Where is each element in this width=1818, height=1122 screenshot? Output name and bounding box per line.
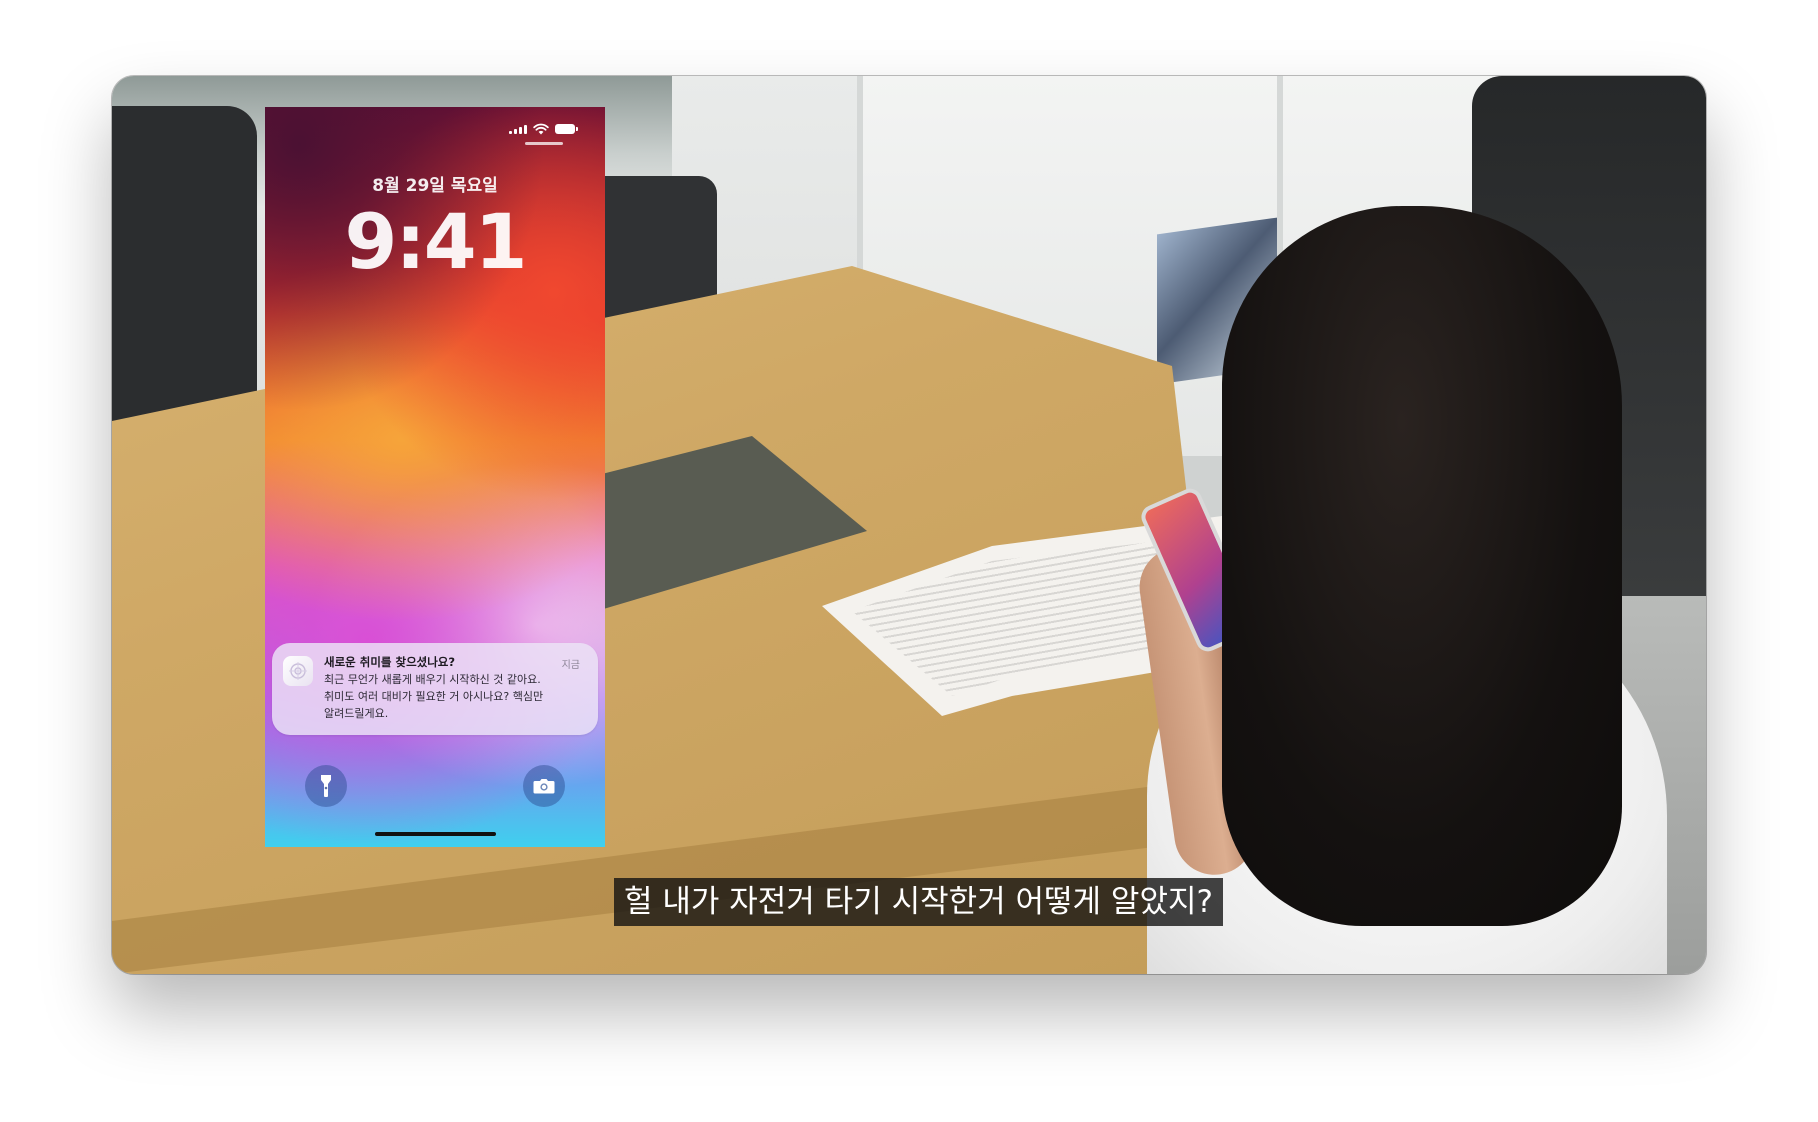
app-icon [283, 656, 313, 686]
camera-icon [533, 779, 555, 794]
home-indicator [375, 832, 496, 836]
notification-body: 최근 무언가 새롭게 배우기 시작하신 것 같아요. 취미도 여러 대비가 필요… [324, 673, 544, 720]
lock-screen-date: 8월 29일 목요일 [372, 176, 498, 196]
lock-screen: 8월 29일 목요일 9:41 새로운 취미를 찾으셨나요? 지금 최근 무언가… [265, 107, 605, 847]
video-player-window[interactable]: 8월 29일 목요일 9:41 새로운 취미를 찾으셨나요? 지금 최근 무언가… [112, 76, 1706, 974]
video-subtitle: 헐 내가 자전거 타기 시작한거 어떻게 알았지? [614, 878, 1223, 926]
notch-indicator [525, 142, 563, 145]
lock-screen-time: 9:41 [344, 197, 527, 286]
wifi-icon [533, 123, 549, 135]
cellular-signal-icon [509, 124, 527, 134]
flashlight-button[interactable] [305, 765, 347, 807]
notification-card[interactable]: 새로운 취미를 찾으셨나요? 지금 최근 무언가 새롭게 배우기 시작하신 것 … [272, 643, 598, 735]
flashlight-icon [321, 775, 331, 797]
person-hair [1222, 206, 1622, 926]
status-bar [509, 123, 578, 135]
camera-button[interactable] [523, 765, 565, 807]
battery-icon [555, 124, 578, 134]
notification-time: 지금 [561, 660, 580, 671]
notification-title: 새로운 취미를 찾으셨나요? [324, 655, 456, 669]
